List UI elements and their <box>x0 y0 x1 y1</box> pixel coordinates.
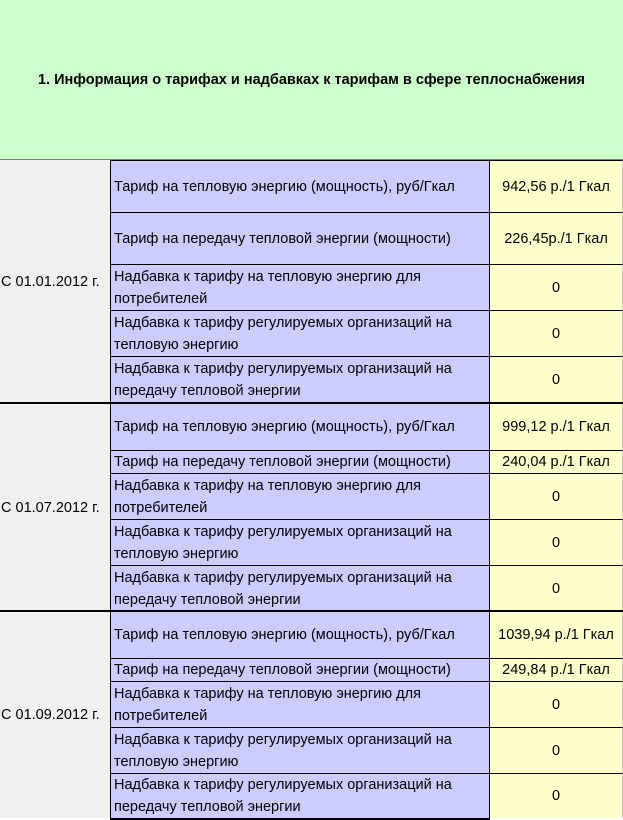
period-date-cell[interactable]: С 01.01.2012 г. <box>0 160 110 403</box>
tariff-value-cell[interactable]: 0 <box>490 473 623 519</box>
table-row: Тариф на передачу тепловой энергии (мощн… <box>110 450 623 473</box>
tariff-label-cell[interactable]: Тариф на передачу тепловой энергии (мощн… <box>110 658 490 681</box>
tariff-label-cell[interactable]: Надбавка к тарифу на тепловую энергию дл… <box>110 681 490 727</box>
table-row: Надбавка к тарифу регулируемых организац… <box>110 310 623 356</box>
page-title: 1. Информация о тарифах и надбавках к та… <box>0 0 623 160</box>
tariff-period-group: С 01.01.2012 г. Тариф на тепловую энерги… <box>0 160 623 403</box>
tariff-label-cell[interactable]: Надбавка к тарифу регулируемых организац… <box>110 727 490 773</box>
tariff-value-cell[interactable]: 0 <box>490 356 623 403</box>
tariff-value-cell[interactable]: 942,56 р./1 Гкал <box>490 160 623 212</box>
tariff-value-cell[interactable]: 226,45р./1 Гкал <box>490 212 623 264</box>
table-row: Тариф на передачу тепловой энергии (мощн… <box>110 658 623 681</box>
table-row: Тариф на передачу тепловой энергии (мощн… <box>110 212 623 264</box>
tariff-label-cell[interactable]: Тариф на тепловую энергию (мощность), ру… <box>110 612 490 658</box>
table-row: Надбавка к тарифу регулируемых организац… <box>110 727 623 773</box>
tariff-value-cell[interactable]: 0 <box>490 565 623 611</box>
tariff-value-cell[interactable]: 0 <box>490 264 623 310</box>
tariff-value-cell[interactable]: 0 <box>490 310 623 356</box>
period-date-cell[interactable]: С 01.07.2012 г. <box>0 404 110 611</box>
table-row: Надбавка к тарифу регулируемых организац… <box>110 773 623 818</box>
tariff-value-cell[interactable]: 0 <box>490 773 623 818</box>
tariff-label-cell[interactable]: Надбавка к тарифу регулируемых организац… <box>110 310 490 356</box>
table-row: Надбавка к тарифу на тепловую энергию дл… <box>110 681 623 727</box>
tariff-value-cell[interactable]: 0 <box>490 727 623 773</box>
table-row: Надбавка к тарифу регулируемых организац… <box>110 565 623 611</box>
table-row: Надбавка к тарифу регулируемых организац… <box>110 356 623 403</box>
tariff-value-cell[interactable]: 0 <box>490 519 623 565</box>
tariff-value-cell[interactable]: 0 <box>490 681 623 727</box>
tariff-label-cell[interactable]: Надбавка к тарифу регулируемых организац… <box>110 565 490 611</box>
tariff-label-cell[interactable]: Надбавка к тарифу на тепловую энергию дл… <box>110 473 490 519</box>
table-row: Тариф на тепловую энергию (мощность), ру… <box>110 612 623 658</box>
tariff-label-cell[interactable]: Тариф на тепловую энергию (мощность), ру… <box>110 404 490 450</box>
table-row: Надбавка к тарифу регулируемых организац… <box>110 519 623 565</box>
table-row: Надбавка к тарифу на тепловую энергию дл… <box>110 264 623 310</box>
tariff-label-cell[interactable]: Тариф на тепловую энергию (мощность), ру… <box>110 160 490 212</box>
tariff-period-group: С 01.07.2012 г. Тариф на тепловую энерги… <box>0 404 623 611</box>
tariff-value-cell[interactable]: 249,84 р./1 Гкал <box>490 658 623 681</box>
table-row: Тариф на тепловую энергию (мощность), ру… <box>110 160 623 212</box>
table-row: Надбавка к тарифу на тепловую энергию дл… <box>110 473 623 519</box>
tariff-label-cell[interactable]: Надбавка к тарифу на тепловую энергию дл… <box>110 264 490 310</box>
tariff-value-cell[interactable]: 999,12 р./1 Гкал <box>490 404 623 450</box>
period-date-cell[interactable]: С 01.09.2012 г. <box>0 612 110 818</box>
tariff-value-cell[interactable]: 240,04 р./1 Гкал <box>490 450 623 473</box>
tariff-value-cell[interactable]: 1039,94 р./1 Гкал <box>490 612 623 658</box>
tariff-period-group: С 01.09.2012 г. Тариф на тепловую энерги… <box>0 612 623 818</box>
table-row: Тариф на тепловую энергию (мощность), ру… <box>110 404 623 450</box>
tariff-label-cell[interactable]: Надбавка к тарифу регулируемых организац… <box>110 519 490 565</box>
tariff-label-cell[interactable]: Тариф на передачу тепловой энергии (мощн… <box>110 450 490 473</box>
tariff-label-cell[interactable]: Надбавка к тарифу регулируемых организац… <box>110 773 490 818</box>
tariff-label-cell[interactable]: Надбавка к тарифу регулируемых организац… <box>110 356 490 403</box>
tariff-label-cell[interactable]: Тариф на передачу тепловой энергии (мощн… <box>110 212 490 264</box>
